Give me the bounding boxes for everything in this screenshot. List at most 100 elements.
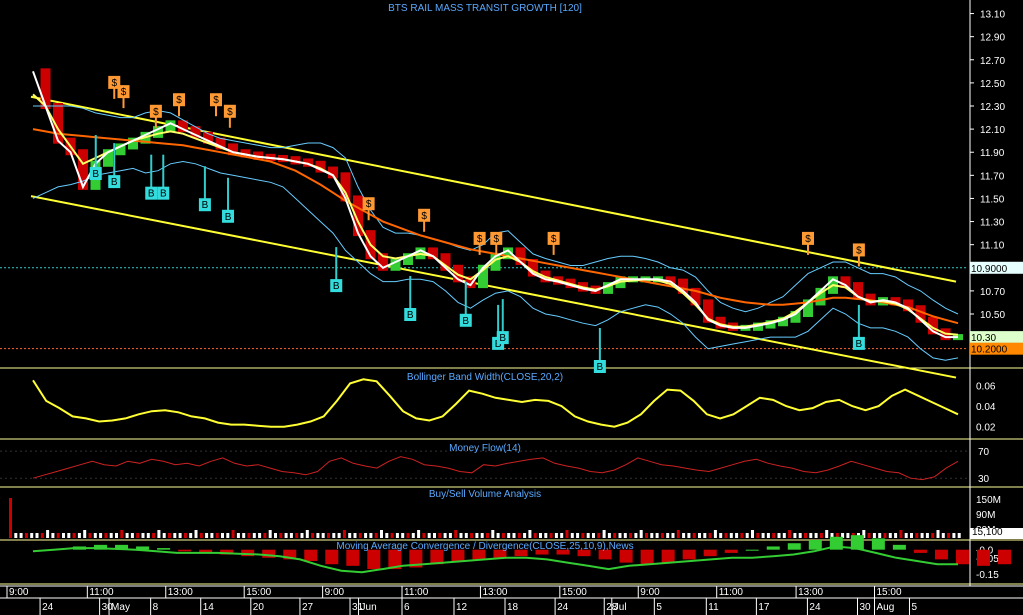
time-tick-label: 11:00: [404, 587, 429, 598]
volume-bar: [708, 533, 712, 538]
volume-bar: [30, 533, 34, 538]
volume-bar: [740, 533, 744, 538]
time-tick-label: 9:00: [9, 587, 29, 598]
sell-signal-label: $: [477, 234, 483, 245]
volume-bar: [231, 530, 235, 538]
mfi-y-tick-label: 70: [978, 447, 990, 458]
volume-bar: [433, 533, 436, 538]
volume-bar: [24, 533, 28, 538]
date-tick-label: 5: [656, 602, 662, 613]
main-y-tick-label: 11.30: [980, 218, 1005, 229]
volume-bar: [899, 530, 903, 538]
volume-bar: [904, 533, 908, 538]
mfi-y-tick-label: 30: [978, 474, 990, 485]
bbw-y-tick-label: 0.02: [976, 423, 996, 434]
volume-bar: [109, 533, 113, 538]
main-y-tick-label: 12.30: [980, 102, 1005, 113]
buy-signal-label: B: [499, 333, 506, 344]
sell-signal-label: $: [551, 234, 557, 245]
volume-bar: [475, 533, 479, 538]
volume-bar: [136, 533, 140, 538]
bbw-y-tick-label: 0.06: [976, 381, 996, 392]
volume-bar: [364, 533, 368, 538]
volume-bar: [650, 533, 654, 538]
chart-canvas: 13.10 12.90 12.70 12.50 12.30 12.10 11.90 11.70…: [0, 0, 1023, 615]
volume-bar: [565, 530, 569, 538]
volume-bar: [719, 533, 723, 538]
volume-bar: [199, 533, 203, 538]
volume-bar: [655, 533, 659, 538]
main-y-tick-label: 11.90: [980, 148, 1005, 159]
volume-bar: [618, 533, 622, 538]
volume-bar: [14, 533, 18, 538]
volume-bar: [586, 533, 590, 538]
volume-y-tick-label: 150M: [976, 495, 1001, 506]
volume-bar: [745, 533, 749, 538]
time-tick-label: 15:00: [246, 587, 271, 598]
last-value-label: 10.9000: [971, 264, 1008, 275]
date-tick-label: 17: [758, 602, 770, 613]
main-y-tick-label: 13.10: [980, 10, 1005, 21]
volume-bar: [353, 533, 357, 538]
volume-bar: [19, 533, 23, 538]
volume-bar: [528, 530, 532, 538]
volume-bar: [401, 533, 405, 538]
volume-bar: [470, 533, 474, 538]
volume-bar: [554, 533, 558, 538]
volume-bar: [666, 533, 670, 538]
volume-bar: [766, 533, 770, 538]
date-tick-label: 6: [404, 602, 410, 613]
macd-y-tick-label: -0.15: [976, 570, 999, 581]
volume-bar: [221, 533, 224, 538]
volume-bar: [120, 530, 124, 538]
main-y-tick-label: 11.50: [980, 194, 1005, 205]
date-tick-label: 12: [456, 602, 468, 613]
volume-bar: [385, 533, 389, 538]
volume-bar: [676, 530, 680, 538]
volume-bar: [788, 530, 792, 538]
mfi-line: [32, 456, 959, 481]
volume-bar: [83, 530, 87, 538]
volume-bar: [692, 533, 696, 538]
volume-bar: [427, 533, 431, 538]
volume-bar: [872, 533, 876, 538]
macd-histogram-bar: [934, 549, 948, 560]
macd-histogram-bar: [661, 549, 675, 563]
volume-bar: [258, 533, 262, 538]
volume-bar: [173, 533, 177, 538]
volume-bar: [523, 533, 527, 538]
volume-bar: [782, 533, 786, 538]
volume-bar: [592, 533, 595, 538]
volume-bar: [910, 533, 913, 538]
volume-bar: [422, 533, 426, 538]
volume-bar: [417, 530, 421, 538]
volume-bar: [72, 533, 76, 538]
sell-signal-label: $: [213, 95, 219, 106]
volume-bar: [660, 533, 664, 538]
volume-bar: [645, 533, 648, 538]
volume-bar: [491, 530, 495, 538]
volume-bar: [88, 533, 92, 538]
date-tick-label: 18: [507, 602, 519, 613]
time-tick-label: 13:00: [168, 587, 193, 598]
volume-bar: [549, 533, 553, 538]
volume-bar: [581, 533, 585, 538]
sell-signal-label: $: [856, 245, 862, 256]
volume-bar: [804, 533, 807, 538]
volume-bar: [682, 533, 686, 538]
volume-bar: [146, 533, 150, 538]
volume-bar: [327, 533, 330, 538]
macd-histogram-bar: [976, 549, 990, 566]
date-tick-label: 20: [253, 602, 265, 613]
volume-bar: [332, 533, 336, 538]
date-tick-label: 24: [557, 602, 569, 613]
volume-bar: [698, 533, 701, 538]
macd-histogram-bar: [913, 549, 927, 553]
volume-bar: [183, 533, 187, 538]
volume-bar: [236, 533, 240, 538]
sell-signal-label: $: [493, 234, 499, 245]
volume-bar: [496, 533, 500, 538]
volume-bar: [295, 533, 299, 538]
macd-histogram-bar: [724, 549, 738, 553]
macd-histogram-bar: [998, 549, 1011, 565]
